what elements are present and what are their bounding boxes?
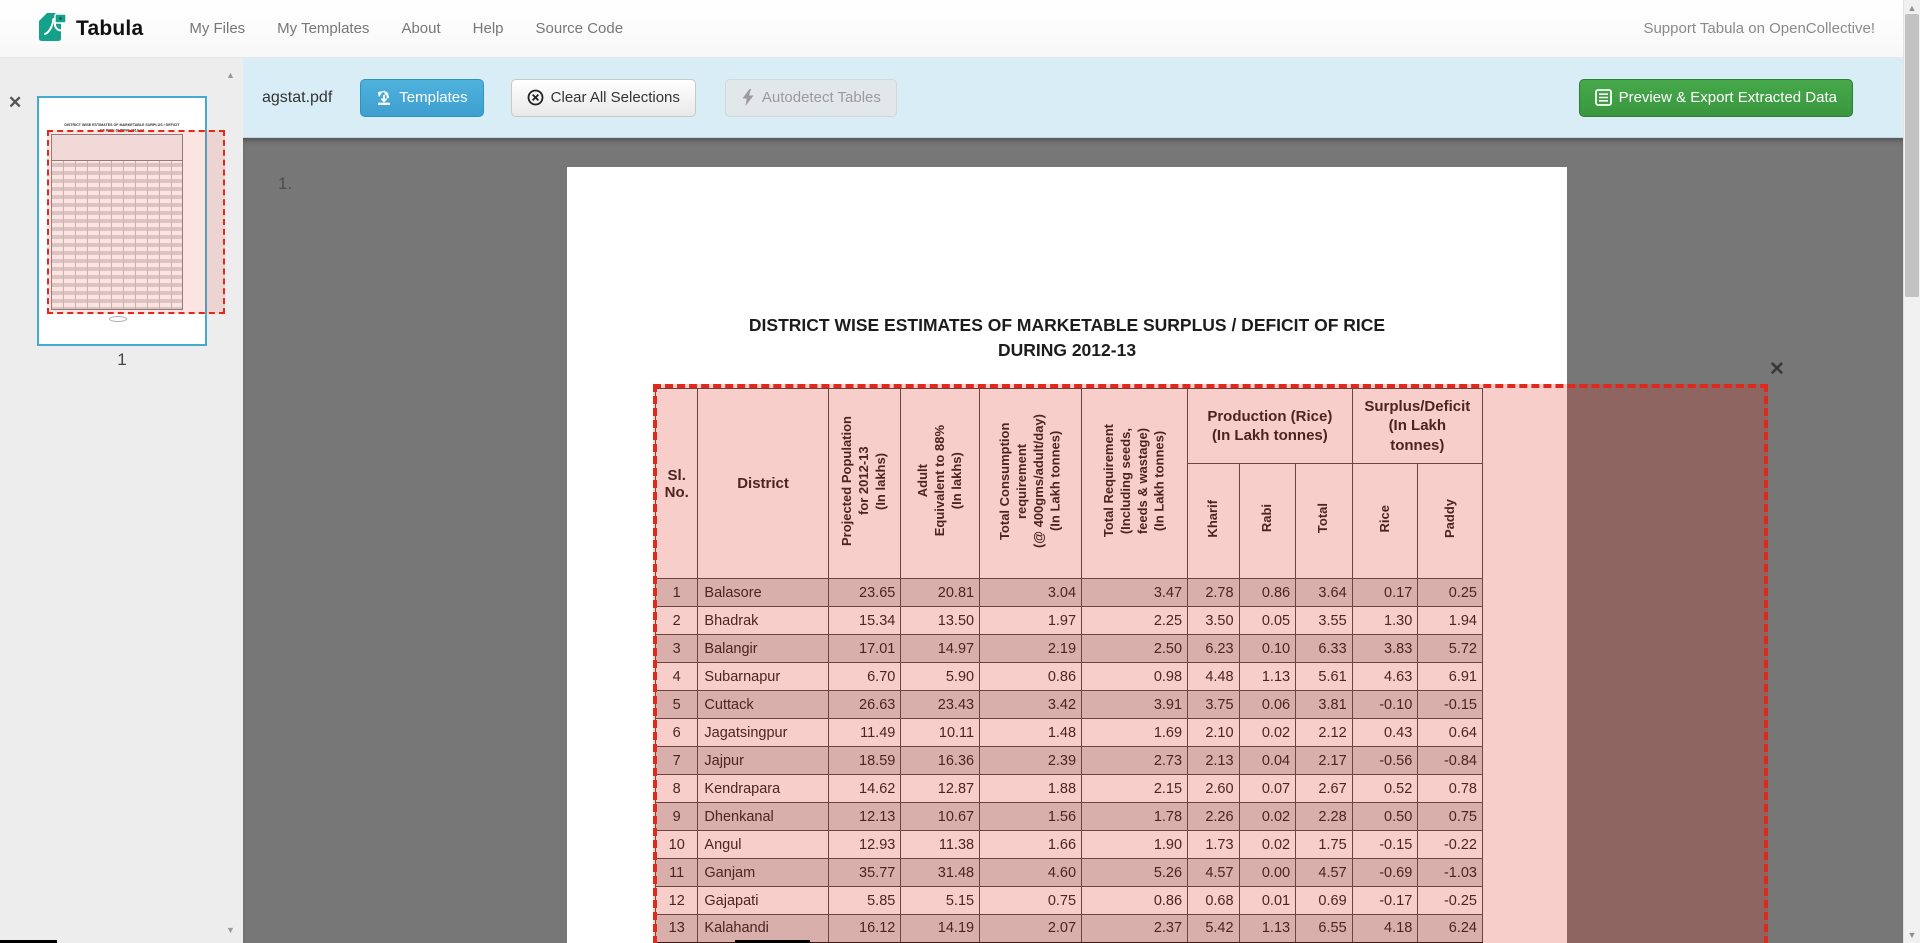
support-link[interactable]: Support Tabula on OpenCollective! (1643, 20, 1875, 37)
autodetect-tables-label: Autodetect Tables (762, 89, 881, 107)
preview-export-label: Preview & Export Extracted Data (1619, 89, 1837, 107)
table-selection-box[interactable] (653, 384, 1768, 943)
toolbar: agstat.pdf Templates (243, 58, 1903, 138)
content-frame: ✕ DISTRICT WISE ESTIMATES OF MARKETABLE … (0, 58, 1903, 943)
tabula-logo-icon (38, 9, 68, 48)
scrollbar-down-icon[interactable]: ▼ (1904, 930, 1920, 940)
sidebar-scroll-down-icon[interactable]: ▼ (226, 925, 235, 935)
main-column: agstat.pdf Templates (243, 58, 1903, 943)
templates-button-label: Templates (399, 89, 467, 107)
preview-export-button[interactable]: Preview & Export Extracted Data (1579, 79, 1853, 117)
lightning-icon (741, 89, 755, 106)
pdf-viewer[interactable]: 1. DISTRICT WISE ESTIMATES OF MARKETABLE… (243, 138, 1903, 943)
nav-item-about[interactable]: About (385, 10, 456, 47)
nav-menu: My Files My Templates About Help Source … (173, 10, 639, 47)
thumbnail-page-stamp (109, 316, 127, 322)
tabula-app: Tabula My Files My Templates About Help … (0, 0, 1903, 943)
nav-item-help[interactable]: Help (457, 10, 520, 47)
pdf-filename: agstat.pdf (262, 89, 332, 107)
clear-all-selections-button[interactable]: Clear All Selections (511, 79, 696, 117)
nav-item-my-templates[interactable]: My Templates (261, 10, 385, 47)
clear-all-selections-label: Clear All Selections (551, 89, 680, 107)
templates-button[interactable]: Templates (360, 79, 483, 117)
window-scrollbar[interactable]: ▲ ▼ (1903, 0, 1920, 943)
sidebar-scroll-up-icon[interactable]: ▲ (226, 70, 235, 80)
thumbnail-page-number: 1 (37, 350, 207, 370)
scrollbar-up-icon[interactable]: ▲ (1904, 3, 1920, 13)
thumbnail-selection-box (47, 130, 225, 314)
nav-item-my-files[interactable]: My Files (173, 10, 261, 47)
page-thumbnail[interactable]: DISTRICT WISE ESTIMATES OF MARKETABLE SU… (37, 96, 207, 346)
brand[interactable]: Tabula (38, 9, 143, 48)
viewer-page-label: 1. (278, 174, 292, 194)
autodetect-tables-button[interactable]: Autodetect Tables (725, 79, 897, 117)
save-template-icon (376, 90, 392, 106)
thumbnail-sidebar: ✕ DISTRICT WISE ESTIMATES OF MARKETABLE … (0, 58, 243, 943)
nav-item-source-code[interactable]: Source Code (520, 10, 640, 47)
document-title: DISTRICT WISE ESTIMATES OF MARKETABLE SU… (567, 313, 1567, 364)
scrollbar-thumb[interactable] (1905, 14, 1919, 297)
brand-title: Tabula (76, 17, 143, 41)
table-list-icon (1595, 89, 1612, 106)
remove-selection-icon[interactable]: ✕ (1769, 360, 1785, 379)
circle-x-icon (527, 89, 544, 106)
navbar: Tabula My Files My Templates About Help … (0, 0, 1903, 58)
remove-page-icon[interactable]: ✕ (8, 94, 22, 111)
